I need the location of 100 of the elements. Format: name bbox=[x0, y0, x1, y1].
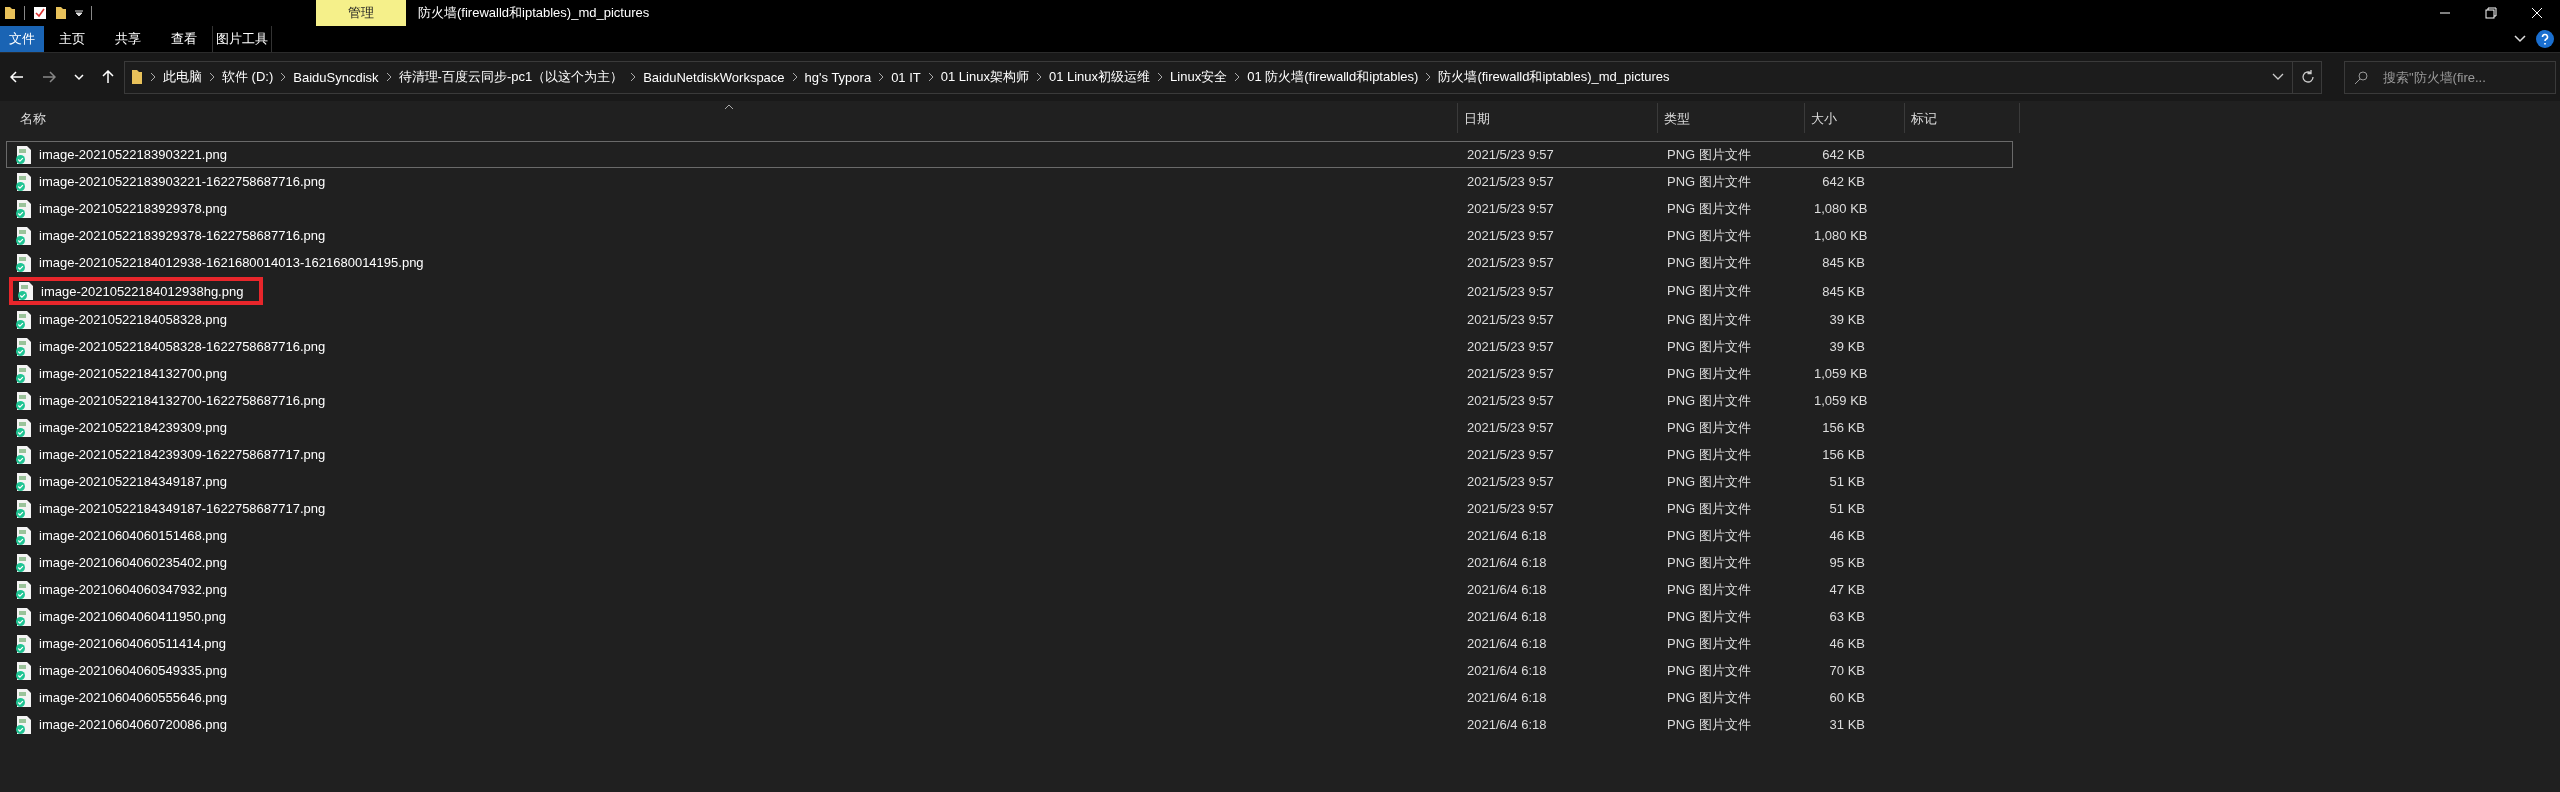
help-icon[interactable] bbox=[2536, 30, 2554, 48]
chevron-right-icon[interactable] bbox=[385, 72, 392, 82]
file-name: image-20210604060555646.png bbox=[39, 690, 227, 705]
chevron-right-icon[interactable] bbox=[280, 72, 287, 82]
size-cell-text: 31 KB bbox=[1828, 717, 1866, 732]
file-row[interactable]: image-20210522184132700.png 2021/5/23 9:57 PNG 图片文件 1,059 KB bbox=[6, 360, 2013, 387]
chevron-right-icon[interactable] bbox=[878, 72, 885, 82]
column-header[interactable]: 类型 bbox=[1658, 103, 1805, 133]
type-cell-text: PNG 图片文件 bbox=[1666, 226, 1752, 245]
file-menu-tab[interactable]: 文件 bbox=[0, 26, 44, 52]
column-header[interactable]: 名称 bbox=[0, 103, 1458, 133]
breadcrumb[interactable]: 待清理-百度云同步-pc1（以这个为主） bbox=[398, 68, 624, 86]
image-file-icon bbox=[15, 714, 33, 735]
file-row[interactable]: image-20210522184349187-1622758687717.png 2021/5/23 9:57 PNG 图片文件 51 KB bbox=[6, 495, 2013, 522]
new-folder-icon[interactable] bbox=[55, 6, 67, 20]
ribbon-tab[interactable]: 主页 bbox=[44, 26, 100, 52]
file-row[interactable]: image-20210522184012938hg.png 2021/5/23 9:57 PNG 图片文件 845 KB bbox=[6, 276, 2013, 306]
breadcrumb[interactable]: hg's Typora bbox=[804, 69, 872, 85]
size-cell-text: 156 KB bbox=[1821, 447, 1866, 462]
chevron-right-icon[interactable] bbox=[791, 72, 798, 82]
chevron-right-icon[interactable] bbox=[1234, 72, 1241, 82]
file-row[interactable]: image-20210522183929378.png 2021/5/23 9:57 PNG 图片文件 1,080 KB bbox=[6, 195, 2013, 222]
file-row[interactable]: image-20210604060555646.png 2021/6/4 6:18 PNG 图片文件 60 KB bbox=[6, 684, 2013, 711]
type-cell-text: PNG 图片文件 bbox=[1666, 145, 1752, 164]
type-cell-text: PNG 图片文件 bbox=[1666, 253, 1752, 272]
file-name: image-20210522184132700.png bbox=[39, 366, 227, 381]
file-row[interactable]: image-20210522184012938-1621680014013-1621680014195.png 2021/5/23 9:57 PNG 图片文件 845 KB bbox=[6, 249, 2013, 276]
breadcrumb[interactable]: Linux安全 bbox=[1170, 68, 1228, 86]
file-row[interactable]: image-20210604060235402.png 2021/6/4 6:18 PNG 图片文件 95 KB bbox=[6, 549, 2013, 576]
date-cell-text: 2021/5/23 9:57 bbox=[1466, 174, 1555, 189]
breadcrumb[interactable]: BaiduNetdiskWorkspace bbox=[643, 69, 785, 85]
dropdown-icon[interactable] bbox=[75, 9, 83, 17]
column-header[interactable]: 大小 bbox=[1805, 103, 1905, 133]
size-cell-text: 845 KB bbox=[1821, 283, 1866, 299]
type-cell-text: PNG 图片文件 bbox=[1666, 199, 1752, 218]
file-row[interactable]: image-20210522184058328.png 2021/5/23 9:57 PNG 图片文件 39 KB bbox=[6, 306, 2013, 333]
type-cell-text: PNG 图片文件 bbox=[1666, 310, 1752, 329]
chevron-right-icon[interactable] bbox=[1425, 72, 1432, 82]
breadcrumb[interactable]: 软件 (D:) bbox=[222, 68, 274, 86]
file-name: image-20210604060411950.png bbox=[39, 609, 226, 624]
breadcrumb[interactable]: 01 Linux架构师 bbox=[940, 68, 1029, 86]
date-cell-text: 2021/6/4 6:18 bbox=[1466, 528, 1548, 543]
chevron-down-icon[interactable] bbox=[2514, 35, 2526, 43]
image-file-icon bbox=[15, 363, 33, 384]
breadcrumb[interactable]: BaiduSyncdisk bbox=[293, 69, 379, 85]
file-name: image-20210522183903221-1622758687716.png bbox=[39, 174, 326, 189]
file-name: image-20210604060347932.png bbox=[39, 582, 227, 597]
size-cell-text: 845 KB bbox=[1821, 255, 1866, 270]
size-cell-text: 46 KB bbox=[1828, 528, 1866, 543]
breadcrumb[interactable]: 01 防火墙(firewalld和iptables) bbox=[1247, 68, 1419, 86]
file-row[interactable]: image-20210604060720086.png 2021/6/4 6:18 PNG 图片文件 31 KB bbox=[6, 711, 2013, 738]
file-name: image-20210604060151468.png bbox=[39, 528, 227, 543]
column-header[interactable]: 标记 bbox=[1905, 103, 2020, 133]
size-cell-text: 60 KB bbox=[1828, 690, 1866, 705]
search-field[interactable]: 搜索"防火墙(fire... bbox=[2344, 60, 2556, 94]
column-header[interactable]: 日期 bbox=[1458, 103, 1658, 133]
breadcrumb[interactable]: 防火墙(firewalld和iptables)_md_pictures bbox=[1438, 68, 1670, 86]
image-file-icon bbox=[15, 525, 33, 546]
file-row[interactable]: image-20210604060511414.png 2021/6/4 6:18 PNG 图片文件 46 KB bbox=[6, 630, 2013, 657]
file-row[interactable]: image-20210604060347932.png 2021/6/4 6:18 PNG 图片文件 47 KB bbox=[6, 576, 2013, 603]
file-row[interactable]: image-20210522184058328-1622758687716.png 2021/5/23 9:57 PNG 图片文件 39 KB bbox=[6, 333, 2013, 360]
chevron-right-icon[interactable] bbox=[209, 72, 215, 82]
date-cell-text: 2021/5/23 9:57 bbox=[1466, 201, 1555, 216]
back-icon[interactable] bbox=[10, 71, 24, 83]
properties-icon[interactable] bbox=[33, 6, 47, 20]
file-row[interactable]: image-20210522183929378-1622758687716.png 2021/5/23 9:57 PNG 图片文件 1,080 KB bbox=[6, 222, 2013, 249]
up-arrow-icon[interactable] bbox=[102, 70, 114, 84]
date-cell-text: 2021/5/23 9:57 bbox=[1466, 474, 1555, 489]
file-row[interactable]: image-20210604060411950.png 2021/6/4 6:18 PNG 图片文件 63 KB bbox=[6, 603, 2013, 630]
breadcrumb[interactable]: 此电脑 bbox=[163, 68, 202, 86]
chevron-right-icon[interactable] bbox=[630, 72, 637, 82]
size-cell-text: 51 KB bbox=[1828, 474, 1866, 489]
size-cell-text: 51 KB bbox=[1828, 501, 1866, 516]
file-row[interactable]: image-20210522184349187.png 2021/5/23 9:57 PNG 图片文件 51 KB bbox=[6, 468, 2013, 495]
breadcrumb[interactable]: 01 IT bbox=[891, 69, 921, 85]
ribbon-tab[interactable]: 查看 bbox=[156, 26, 212, 52]
date-cell-text: 2021/5/23 9:57 bbox=[1466, 420, 1555, 435]
chevron-right-icon[interactable] bbox=[927, 72, 934, 82]
file-name: image-20210522184239309.png bbox=[39, 420, 227, 435]
chevron-right-icon[interactable] bbox=[1035, 72, 1042, 82]
file-row[interactable]: image-20210522184132700-1622758687716.png 2021/5/23 9:57 PNG 图片文件 1,059 KB bbox=[6, 387, 2013, 414]
image-file-icon bbox=[15, 633, 33, 654]
folder-icon bbox=[4, 6, 16, 20]
type-cell-text: PNG 图片文件 bbox=[1666, 661, 1752, 680]
file-row[interactable]: image-20210604060151468.png 2021/6/4 6:18 PNG 图片文件 46 KB bbox=[6, 522, 2013, 549]
file-name: image-20210522183929378.png bbox=[39, 201, 227, 216]
breadcrumb[interactable]: 01 Linux初级运维 bbox=[1048, 68, 1151, 86]
file-row[interactable]: image-20210604060549335.png 2021/6/4 6:18 PNG 图片文件 70 KB bbox=[6, 657, 2013, 684]
ribbon-tab[interactable]: 共享 bbox=[100, 26, 156, 52]
chevron-right-icon[interactable] bbox=[150, 72, 156, 82]
chevron-right-icon[interactable] bbox=[1157, 72, 1164, 82]
chevron-down-icon[interactable] bbox=[2272, 73, 2284, 81]
size-cell-text: 63 KB bbox=[1828, 609, 1866, 624]
address-bar[interactable]: 此电脑 软件 (D:) BaiduSyncdisk 待清理-百度云同步-pc1（以这个为主） BaiduNetdiskWorkspace hg's Typora 01 IT 01 Linux架构师 01 Linux初级运维 Linux安全 01 防火墙(firewalld和iptables) 防火墙(firewalld和iptables)_md_pictures bbox=[124, 60, 2322, 94]
refresh-icon[interactable] bbox=[2301, 70, 2315, 84]
file-row[interactable]: image-20210522183903221.png 2021/5/23 9:57 PNG 图片文件 642 KB bbox=[6, 141, 2013, 168]
file-row[interactable]: image-20210522184239309.png 2021/5/23 9:57 PNG 图片文件 156 KB bbox=[6, 414, 2013, 441]
forward-icon[interactable] bbox=[42, 71, 56, 83]
file-row[interactable]: image-20210522183903221-1622758687716.png 2021/5/23 9:57 PNG 图片文件 642 KB bbox=[6, 168, 2013, 195]
file-row[interactable]: image-20210522184239309-1622758687717.png 2021/5/23 9:57 PNG 图片文件 156 KB bbox=[6, 441, 2013, 468]
